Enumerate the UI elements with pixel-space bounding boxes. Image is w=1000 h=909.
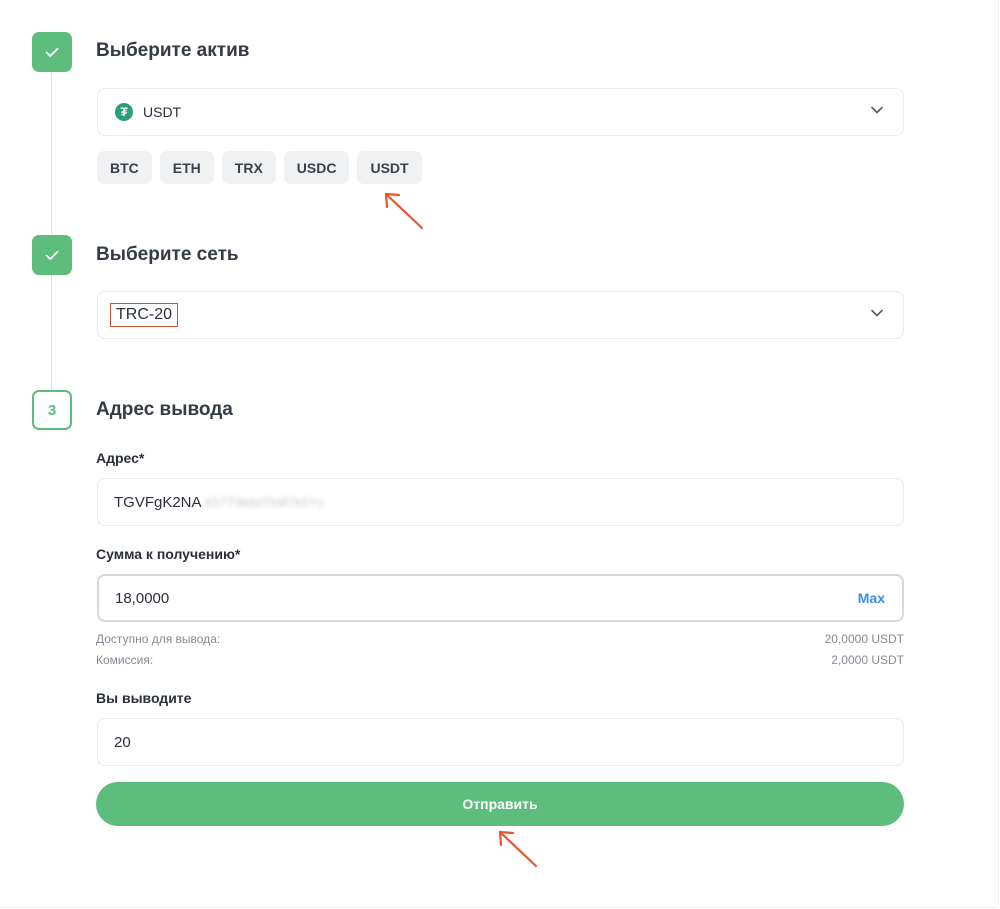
submit-button[interactable]: Отправить [96, 782, 904, 826]
annotation-arrow-icon [498, 830, 538, 868]
tether-icon: ₮ [115, 103, 133, 121]
check-icon [45, 250, 59, 260]
network-select[interactable]: TRC-20 [97, 291, 904, 339]
address-input-value: TGVFgK2NA [114, 493, 202, 511]
fee-label: Комиссия: [96, 653, 154, 667]
quick-asset-chips: BTC ETH TRX USDC USDT [97, 151, 422, 184]
step-3-badge: 3 [32, 390, 72, 430]
fee-value: 2,0000 USDT [831, 653, 904, 667]
total-input-value: 20 [114, 733, 131, 751]
total-label: Вы выводите [96, 690, 192, 706]
step-1-done-badge [32, 32, 72, 72]
amount-input-value: 18,0000 [115, 589, 170, 607]
network-select-value: TRC-20 [110, 303, 179, 327]
chevron-down-icon [871, 106, 883, 114]
asset-select-value: USDT [143, 104, 182, 120]
asset-chip-usdc[interactable]: USDC [283, 151, 350, 184]
asset-chip-btc[interactable]: BTC [97, 151, 152, 184]
available-value: 20,0000 USDT [824, 632, 904, 646]
step-connector-line [51, 72, 52, 235]
amount-input[interactable]: 18,0000 Max [97, 574, 904, 622]
asset-select[interactable]: ₮ USDT [97, 88, 904, 136]
chevron-down-icon [871, 309, 883, 317]
step-2-done-badge [32, 235, 72, 275]
asset-chip-usdt[interactable]: USDT [357, 151, 422, 184]
asset-chip-eth[interactable]: ETH [159, 151, 214, 184]
step-3-title: Адрес вывода [96, 399, 233, 420]
step-connector-line [51, 275, 52, 390]
annotation-arrow-icon [384, 192, 424, 230]
address-label: Адрес* [96, 450, 145, 466]
address-input[interactable]: TGVFgK2NA X57T9k6dTk9f7k5Yz [97, 478, 904, 526]
max-button[interactable]: Max [858, 590, 885, 606]
withdraw-card: Выберите актив ₮ USDT BTC ETH TRX USDC U… [0, 0, 999, 908]
available-row: Доступно для вывода: 20,0000 USDT [96, 632, 904, 646]
address-input-blurred: X57T9k6dTk9f7k5Yz [203, 494, 325, 510]
total-input[interactable]: 20 [97, 718, 904, 766]
check-icon [45, 47, 59, 57]
step-1-title: Выберите актив [96, 40, 250, 61]
fee-row: Комиссия: 2,0000 USDT [96, 653, 904, 667]
step-2-title: Выберите сеть [96, 244, 239, 265]
available-label: Доступно для вывода: [96, 632, 221, 646]
amount-label: Сумма к получению* [96, 546, 241, 562]
asset-chip-trx[interactable]: TRX [221, 151, 276, 184]
